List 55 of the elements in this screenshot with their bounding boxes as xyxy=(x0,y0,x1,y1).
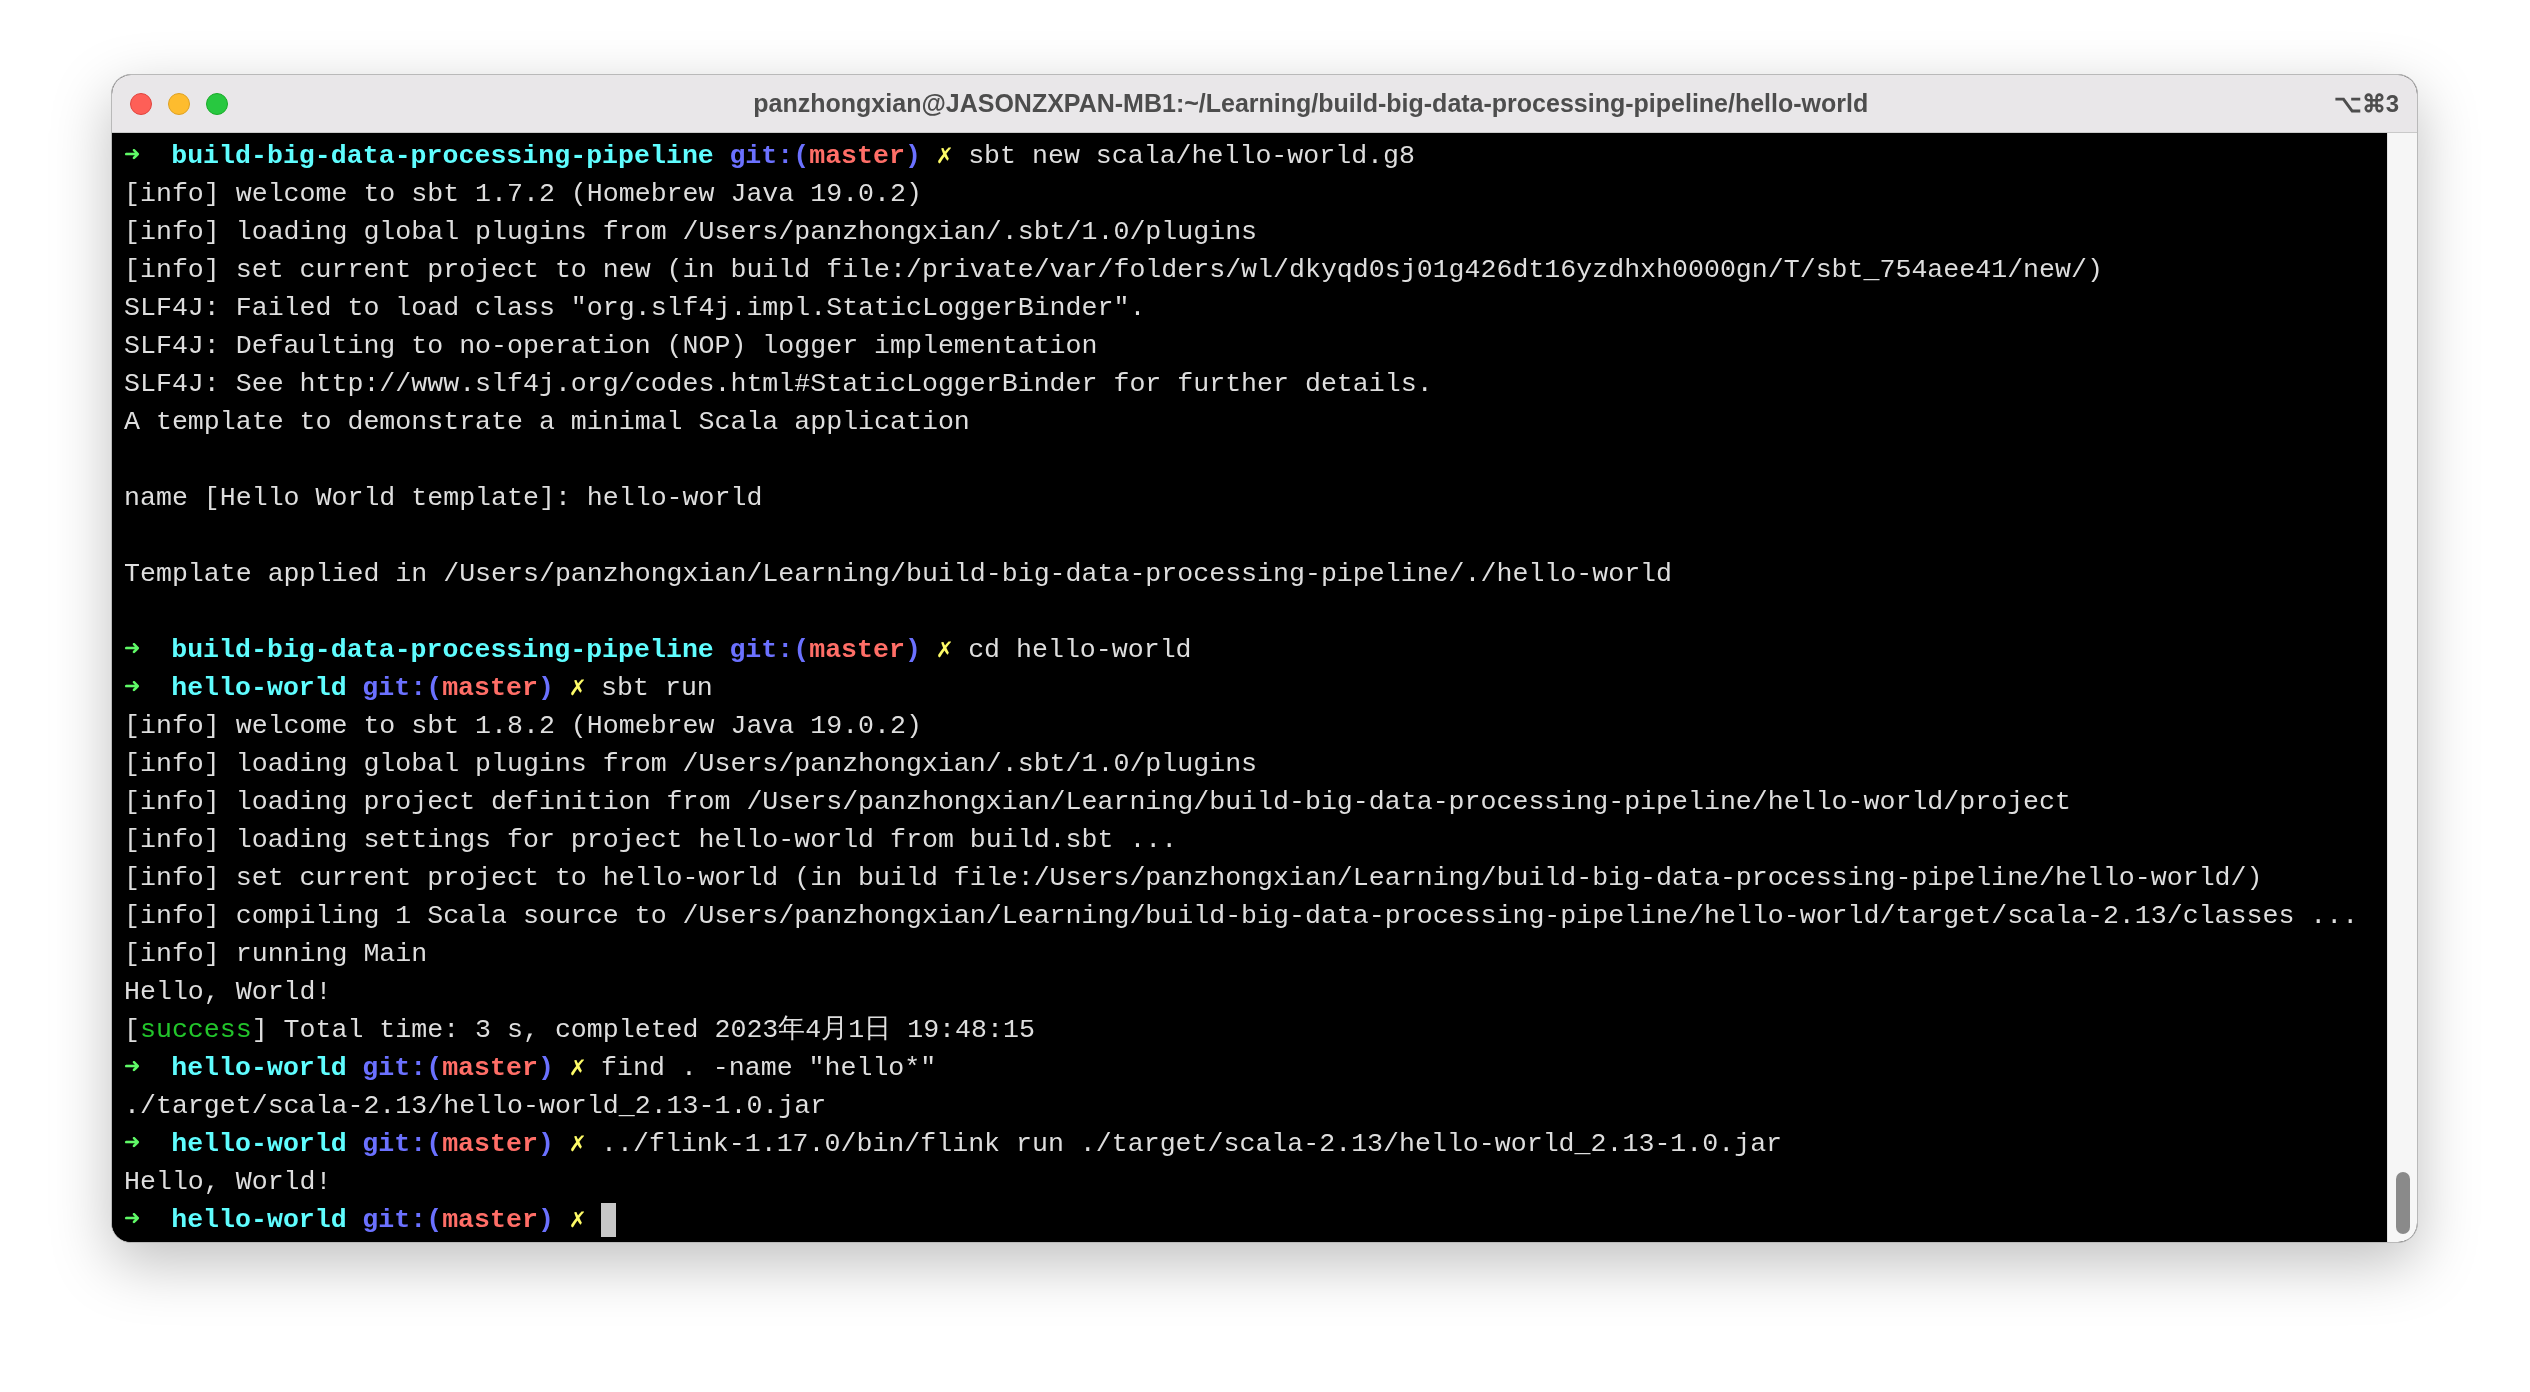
dirty-mark: ✗ xyxy=(569,1128,586,1161)
directory-name: hello-world xyxy=(171,1128,347,1161)
command-text: sbt run xyxy=(601,672,713,705)
output-line: SLF4J: See http://www.slf4j.org/codes.html#StaticLoggerBinder for further details. xyxy=(124,368,1433,401)
dirty-mark: ✗ xyxy=(936,140,953,173)
output-line: SLF4J: Defaulting to no-operation (NOP) logger implementation xyxy=(124,330,1098,363)
command-text: ../flink-1.17.0/bin/flink run ./target/scala-2.13/hello-world_2.13-1.0.jar xyxy=(601,1128,1783,1161)
output-line: name [Hello World template]: hello-world xyxy=(124,482,763,515)
output-line: [info] running Main xyxy=(124,938,428,971)
output-line: [info] compiling 1 Scala source to /Users/panzhongxian/Learning/build-big-data-processing-pipeline/hello-world/target/scala-2.13/classes ... xyxy=(124,900,2359,933)
dirty-mark: ✗ xyxy=(569,1204,586,1237)
prompt-arrow: ➜ xyxy=(124,1052,140,1085)
output-line: A template to demonstrate a minimal Scala application xyxy=(124,406,970,439)
dirty-mark: ✗ xyxy=(936,634,953,667)
git-branch: git:(master) xyxy=(362,1204,554,1237)
output-line: [info] welcome to sbt 1.8.2 (Homebrew Java 19.0.2) xyxy=(124,710,922,743)
shortcut-label: ⌥⌘3 xyxy=(2333,88,2399,119)
command-text: find . -name "hello*" xyxy=(601,1052,937,1085)
output-line: Hello, World! xyxy=(124,976,332,1009)
git-branch: git:(master) xyxy=(729,634,921,667)
output-line: [info] loading project definition from /Users/panzhongxian/Learning/build-big-data-processing-pipeline/hello-world/project xyxy=(124,786,2071,819)
dirty-mark: ✗ xyxy=(569,1052,586,1085)
directory-name: hello-world xyxy=(171,1204,347,1237)
output-line: SLF4J: Failed to load class "org.slf4j.impl.StaticLoggerBinder". xyxy=(124,292,1146,325)
output-line: [info] set current project to hello-world (in build file:/Users/panzhongxian/Learning/build-big-data-processing-pipeline/hello-world/) xyxy=(124,862,2263,895)
directory-name: build-big-data-processing-pipeline xyxy=(171,140,714,173)
command-text: cd hello-world xyxy=(968,634,1192,667)
prompt-arrow: ➜ xyxy=(124,634,140,667)
command-text: sbt new scala/hello-world.g8 xyxy=(968,140,1415,173)
output-line: [info] loading settings for project hello-world from build.sbt ... xyxy=(124,824,1178,857)
output-line: [info] welcome to sbt 1.7.2 (Homebrew Java 19.0.2) xyxy=(124,178,922,211)
zoom-button[interactable] xyxy=(206,92,228,115)
directory-name: hello-world xyxy=(171,672,347,705)
output-line: [info] loading global plugins from /Users/panzhongxian/.sbt/1.0/plugins xyxy=(124,216,1258,249)
git-branch: git:(master) xyxy=(362,672,554,705)
directory-name: hello-world xyxy=(171,1052,347,1085)
prompt-arrow: ➜ xyxy=(124,672,140,705)
output-line: [info] set current project to new (in build file:/private/var/folders/wl/dkyqd0sj01g426dt16yzdhxh0000gn/T/sbt_754aee41/new/) xyxy=(124,254,2103,287)
git-branch: git:(master) xyxy=(729,140,921,173)
status-line: [success] Total time: 3 s, completed 2023年4月1日 19:48:15 xyxy=(124,1014,1035,1047)
scrollbar-thumb[interactable] xyxy=(2395,1172,2410,1234)
output-line: Hello, World! xyxy=(124,1166,332,1199)
prompt-arrow: ➜ xyxy=(124,1128,140,1161)
git-branch: git:(master) xyxy=(362,1052,554,1085)
git-branch: git:(master) xyxy=(362,1128,554,1161)
output-line: Template applied in /Users/panzhongxian/Learning/build-big-data-processing-pipeline/./hello-world xyxy=(124,558,1672,591)
prompt-arrow: ➜ xyxy=(124,1204,140,1237)
prompt-arrow: ➜ xyxy=(124,140,140,173)
output-line: [info] loading global plugins from /Users/panzhongxian/.sbt/1.0/plugins xyxy=(124,748,1258,781)
close-button[interactable] xyxy=(130,92,152,115)
dirty-mark: ✗ xyxy=(569,672,586,705)
window-title: panzhongxian@JASONZXPAN-MB1:~/Learning/build-big-data-processing-pipeline/hello-world xyxy=(753,87,1869,119)
output-line: ./target/scala-2.13/hello-world_2.13-1.0.jar xyxy=(124,1090,827,1123)
minimize-button[interactable] xyxy=(168,92,190,115)
directory-name: build-big-data-processing-pipeline xyxy=(171,634,714,667)
